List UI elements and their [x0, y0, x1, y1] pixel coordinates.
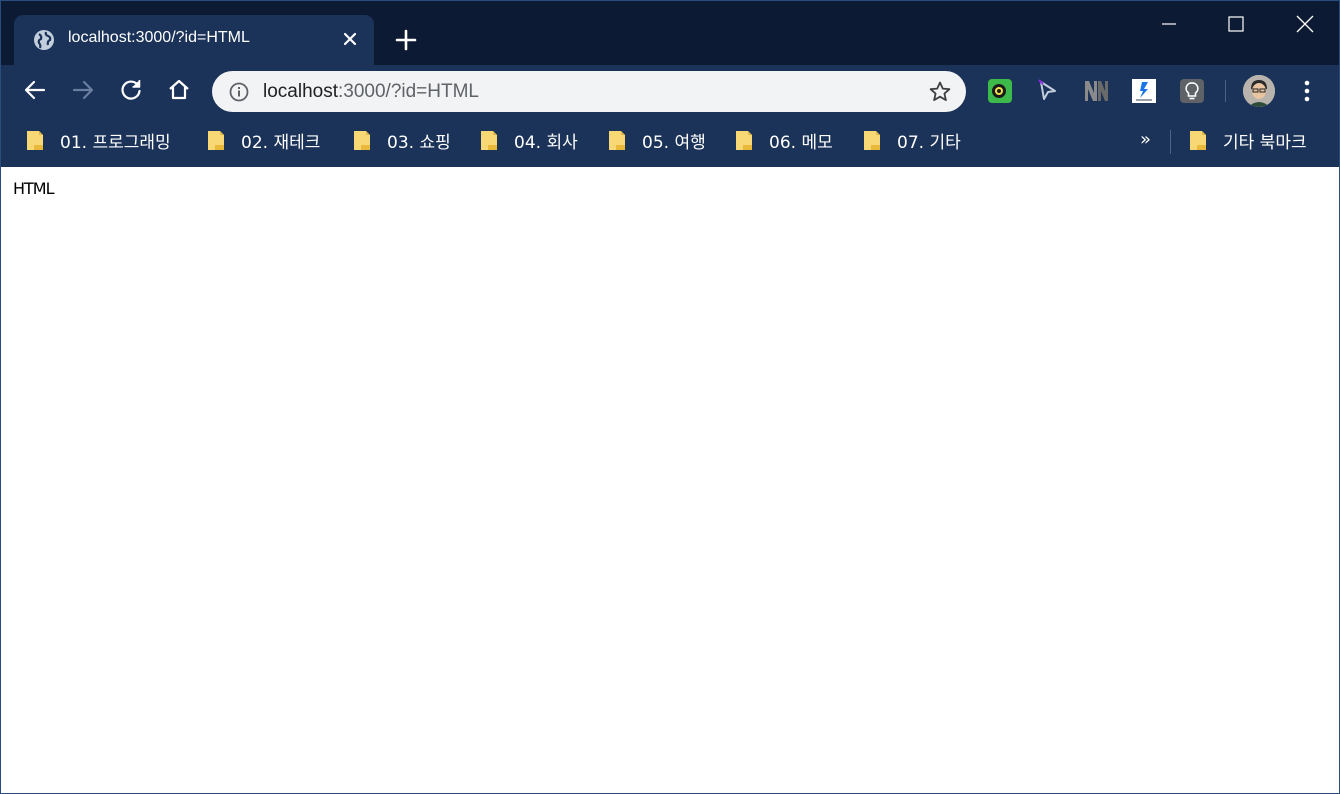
- bookmark-label: 07. 기타: [897, 132, 961, 153]
- bookmark-label: 02. 재테크: [241, 132, 321, 153]
- extension-cursor-icon[interactable]: [1035, 78, 1061, 104]
- bookmark-folder-shopping[interactable]: 03. 쇼핑: [353, 127, 451, 153]
- minimize-icon: [1162, 23, 1176, 25]
- bookmark-label: 기타 북마크: [1223, 132, 1307, 153]
- back-arrow-icon[interactable]: [22, 77, 48, 103]
- url-text[interactable]: localhost:3000/?id=HTML: [263, 81, 479, 103]
- new-tab-button[interactable]: [394, 28, 418, 52]
- bookmark-folder-etc[interactable]: 07. 기타: [863, 127, 961, 153]
- bookmark-folder-memo[interactable]: 06. 메모: [735, 127, 833, 153]
- window-close-button[interactable]: [1285, 9, 1325, 39]
- url-host: localhost: [263, 81, 338, 102]
- bookmark-label: 03. 쇼핑: [387, 132, 451, 153]
- extension-lightbulb-icon[interactable]: [1179, 78, 1205, 104]
- forward-arrow-icon[interactable]: [70, 77, 96, 103]
- more-vert-icon[interactable]: [1297, 78, 1317, 104]
- page-body-text: HTML: [13, 179, 55, 198]
- close-icon[interactable]: [340, 29, 360, 49]
- bookmark-folder-travel[interactable]: 05. 여행: [608, 127, 706, 153]
- reload-icon[interactable]: [118, 77, 144, 103]
- bookmark-label: 06. 메모: [769, 132, 833, 153]
- browser-tab[interactable]: localhost:3000/?id=HTML: [14, 15, 374, 65]
- browser-window: localhost:3000/?id=HTML localhost:3000/?…: [0, 0, 1340, 794]
- toolbar-divider: [1225, 80, 1226, 102]
- folder-icon: [208, 131, 224, 150]
- folder-icon: [481, 131, 497, 150]
- bookmarks-overflow-button[interactable]: »: [1140, 129, 1151, 150]
- tab-title: localhost:3000/?id=HTML: [68, 29, 250, 46]
- folder-icon: [354, 131, 370, 150]
- globe-icon: [34, 30, 54, 50]
- bookmark-label: 05. 여행: [642, 132, 706, 153]
- window-close-icon: [1296, 15, 1314, 33]
- extension-pricing-icon[interactable]: [1131, 78, 1157, 104]
- folder-icon: [609, 131, 625, 150]
- bookmark-folder-company[interactable]: 04. 회사: [480, 127, 578, 153]
- home-icon[interactable]: [166, 77, 192, 103]
- maximize-button[interactable]: [1216, 9, 1256, 39]
- folder-icon: [864, 131, 880, 150]
- folder-icon: [1190, 131, 1206, 150]
- bookmark-folder-investing[interactable]: 02. 재테크: [207, 127, 320, 153]
- extension-n-icon[interactable]: [1083, 78, 1109, 104]
- title-bar: localhost:3000/?id=HTML: [1, 1, 1339, 65]
- info-icon[interactable]: [228, 81, 250, 103]
- other-bookmarks-folder[interactable]: 기타 북마크: [1189, 127, 1307, 153]
- minimize-button[interactable]: [1149, 9, 1189, 39]
- toolbar: localhost:3000/?id=HTML: [1, 65, 1339, 117]
- star-icon[interactable]: [928, 80, 952, 104]
- folder-icon: [736, 131, 752, 150]
- folder-icon: [27, 131, 43, 150]
- profile-avatar[interactable]: [1243, 75, 1275, 107]
- bookmarks-bar: 01. 프로그래밍 02. 재테크 03. 쇼핑 04. 회사 05. 여행 0…: [1, 117, 1339, 167]
- bookmarks-divider: [1170, 130, 1171, 154]
- url-path: :3000/?id=HTML: [338, 81, 479, 102]
- extension-camera-icon[interactable]: [987, 78, 1013, 104]
- page-content: HTML: [1, 167, 1339, 793]
- bookmark-label: 04. 회사: [514, 132, 578, 153]
- bookmark-folder-programming[interactable]: 01. 프로그래밍: [26, 127, 171, 153]
- address-bar[interactable]: localhost:3000/?id=HTML: [212, 71, 966, 112]
- maximize-icon: [1228, 16, 1244, 32]
- person-icon: [1243, 75, 1275, 107]
- bookmark-label: 01. 프로그래밍: [60, 132, 171, 153]
